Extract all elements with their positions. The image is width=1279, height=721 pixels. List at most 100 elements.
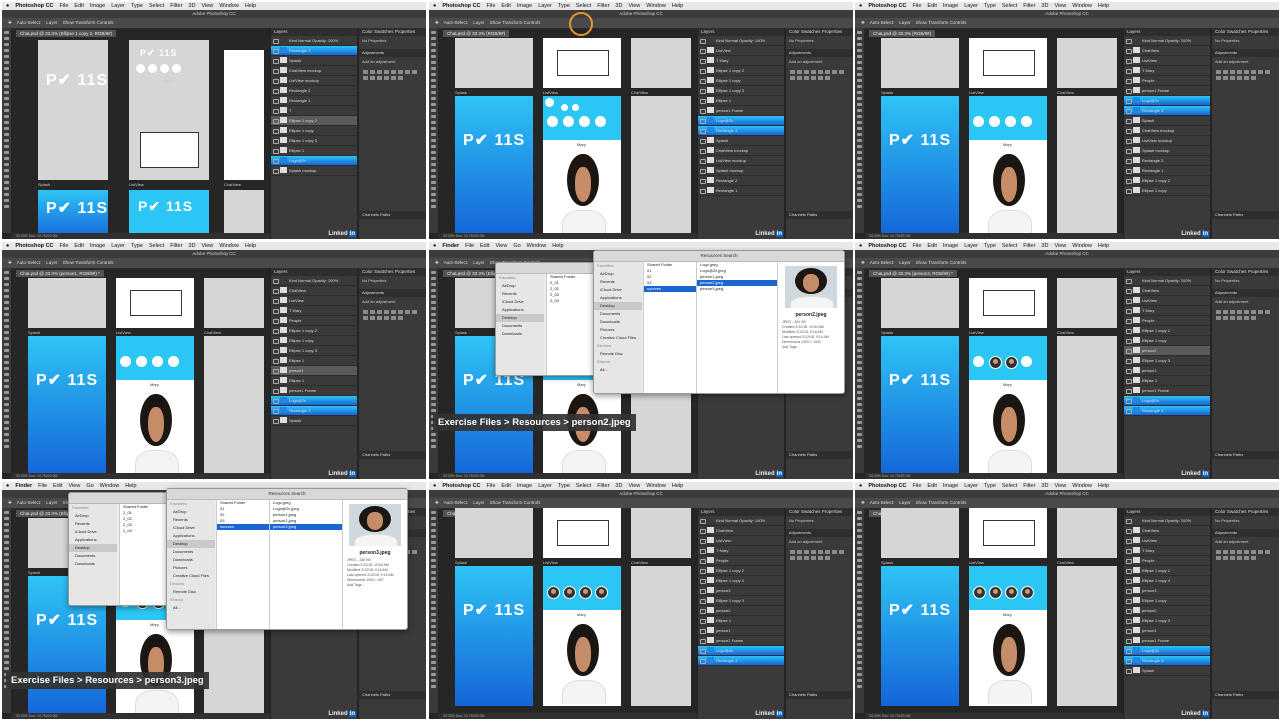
tool-icon[interactable]: [857, 409, 862, 412]
adjustment-icon[interactable]: [804, 70, 809, 74]
menu-item[interactable]: File: [913, 3, 922, 9]
tool-icon[interactable]: [431, 517, 436, 520]
tool-icon[interactable]: [431, 73, 436, 76]
adjustments-header[interactable]: Adjustments: [1212, 289, 1279, 297]
sidebar-item[interactable]: Downloads: [167, 556, 215, 564]
adjustment-icon[interactable]: [811, 550, 816, 554]
folder-item[interactable]: sources: [217, 524, 269, 530]
menu-app-name[interactable]: Photoshop CC: [15, 3, 53, 9]
tool-icon[interactable]: [857, 169, 862, 172]
tool-icon[interactable]: [4, 523, 9, 526]
canvas[interactable]: Splash ListView ChatView P✔ 11S Mary: [12, 278, 267, 476]
layer-row[interactable]: T Mary: [698, 546, 784, 556]
adjustment-icon[interactable]: [1244, 70, 1249, 74]
layer-row[interactable]: Ellipse 1: [271, 376, 357, 386]
tool-icon[interactable]: [857, 67, 862, 70]
tool-icon[interactable]: [857, 445, 862, 448]
menu-item[interactable]: Help: [125, 483, 136, 489]
adjustment-icon[interactable]: [412, 310, 417, 314]
sidebar-item[interactable]: Desktop: [496, 314, 544, 322]
tool-icon[interactable]: [431, 55, 436, 58]
sidebar-item[interactable]: Desktop: [69, 544, 117, 552]
option-auto-select-[interactable]: Auto-Select:: [17, 500, 42, 505]
menu-item[interactable]: View: [201, 3, 213, 9]
layers-filter-row[interactable]: Kind Normal Opacity: 100%: [1124, 516, 1210, 526]
tool-icon[interactable]: [857, 541, 862, 544]
adjustment-icon[interactable]: [1251, 550, 1256, 554]
layer-row[interactable]: Rectangle 2: [1124, 156, 1210, 166]
tool-icon[interactable]: [4, 313, 9, 316]
tool-icon[interactable]: [431, 601, 436, 604]
layer-row[interactable]: People: [1124, 76, 1210, 86]
menu-item[interactable]: 3D: [615, 3, 622, 9]
menu-item[interactable]: Filter: [1023, 243, 1035, 249]
tool-icon[interactable]: [857, 589, 862, 592]
layers-panel-tab[interactable]: Layers: [698, 28, 784, 36]
adjustment-icon[interactable]: [818, 550, 823, 554]
menu-item[interactable]: Help: [1098, 3, 1109, 9]
option-auto-select-[interactable]: Auto-Select:: [444, 20, 469, 25]
menu-item[interactable]: Type: [558, 3, 570, 9]
sidebar-item[interactable]: All...: [167, 604, 215, 612]
tool-icon[interactable]: [431, 397, 436, 400]
tool-icon[interactable]: [4, 583, 9, 586]
properties-tabs[interactable]: Color Swatches Properties: [1212, 268, 1279, 276]
menu-item[interactable]: View: [496, 243, 508, 249]
layer-row[interactable]: Ellipse 1 copy: [1124, 336, 1210, 346]
menu-item[interactable]: Window: [1072, 3, 1092, 9]
option-show-transform-controls[interactable]: Show Transform Controls: [916, 20, 967, 25]
tool-icon[interactable]: [857, 685, 862, 688]
layer-row[interactable]: Splash: [1124, 116, 1210, 126]
tool-icon[interactable]: [4, 37, 9, 40]
layers-filter-row[interactable]: Kind Normal Opacity: 100%: [698, 516, 784, 526]
tool-icon[interactable]: [431, 295, 436, 298]
tool-icon[interactable]: [857, 187, 862, 190]
tool-icon[interactable]: [4, 661, 9, 664]
option-layer[interactable]: Layer: [473, 20, 484, 25]
adjustments-header[interactable]: Adjustments: [359, 49, 426, 57]
layer-row[interactable]: Rectangle 1: [1124, 166, 1210, 176]
canvas[interactable]: Splash ListView ChatView P✔ 11S Mary: [439, 38, 694, 236]
tool-icon[interactable]: [857, 205, 862, 208]
adjustment-icon[interactable]: [811, 76, 816, 80]
sidebar-item[interactable]: Creative Cloud Files: [594, 334, 642, 342]
tool-icon[interactable]: [857, 271, 862, 274]
tool-icon[interactable]: [4, 157, 9, 160]
tool-icon[interactable]: [4, 355, 9, 358]
adjustment-icon[interactable]: [797, 556, 802, 560]
menu-item[interactable]: 3D: [1041, 3, 1048, 9]
tool-icon[interactable]: [857, 343, 862, 346]
layer-row[interactable]: Ellipse 1 copy 4: [1124, 576, 1210, 586]
tool-icon[interactable]: [431, 49, 436, 52]
layer-row[interactable]: Ellipse 1: [271, 146, 357, 156]
tool-icon[interactable]: [857, 199, 862, 202]
tool-icon[interactable]: [431, 577, 436, 580]
tool-icon[interactable]: [431, 187, 436, 190]
menu-item[interactable]: Image: [517, 483, 532, 489]
option-auto-select-[interactable]: Auto-Select:: [444, 260, 469, 265]
menu-item[interactable]: Help: [245, 243, 256, 249]
layer-row[interactable]: Rectangle 2: [698, 176, 784, 186]
adjustment-icon[interactable]: [1251, 556, 1256, 560]
tool-icon[interactable]: [857, 529, 862, 532]
tool-icon[interactable]: [4, 553, 9, 556]
layer-row[interactable]: Ellipse 1: [1124, 376, 1210, 386]
tool-icon[interactable]: [857, 649, 862, 652]
adjustment-icon[interactable]: [839, 70, 844, 74]
menu-item[interactable]: Select: [149, 243, 164, 249]
tool-icon[interactable]: [857, 439, 862, 442]
menu-item[interactable]: Edit: [480, 243, 489, 249]
menu-item[interactable]: Layer: [538, 483, 552, 489]
menu-item[interactable]: Type: [558, 483, 570, 489]
layer-row[interactable]: Logo@2x: [1124, 646, 1210, 656]
apple-icon[interactable]: ●: [433, 483, 436, 489]
layer-row[interactable]: Splash: [271, 56, 357, 66]
menu-item[interactable]: Select: [149, 3, 164, 9]
tool-icon[interactable]: [857, 121, 862, 124]
tool-icon[interactable]: [857, 103, 862, 106]
menu-item[interactable]: Image: [517, 3, 532, 9]
layers-panel-tab[interactable]: Layers: [271, 28, 357, 36]
option-layer[interactable]: Layer: [899, 500, 910, 505]
menu-item[interactable]: Edit: [74, 3, 83, 9]
sidebar-item[interactable]: Downloads: [594, 318, 642, 326]
